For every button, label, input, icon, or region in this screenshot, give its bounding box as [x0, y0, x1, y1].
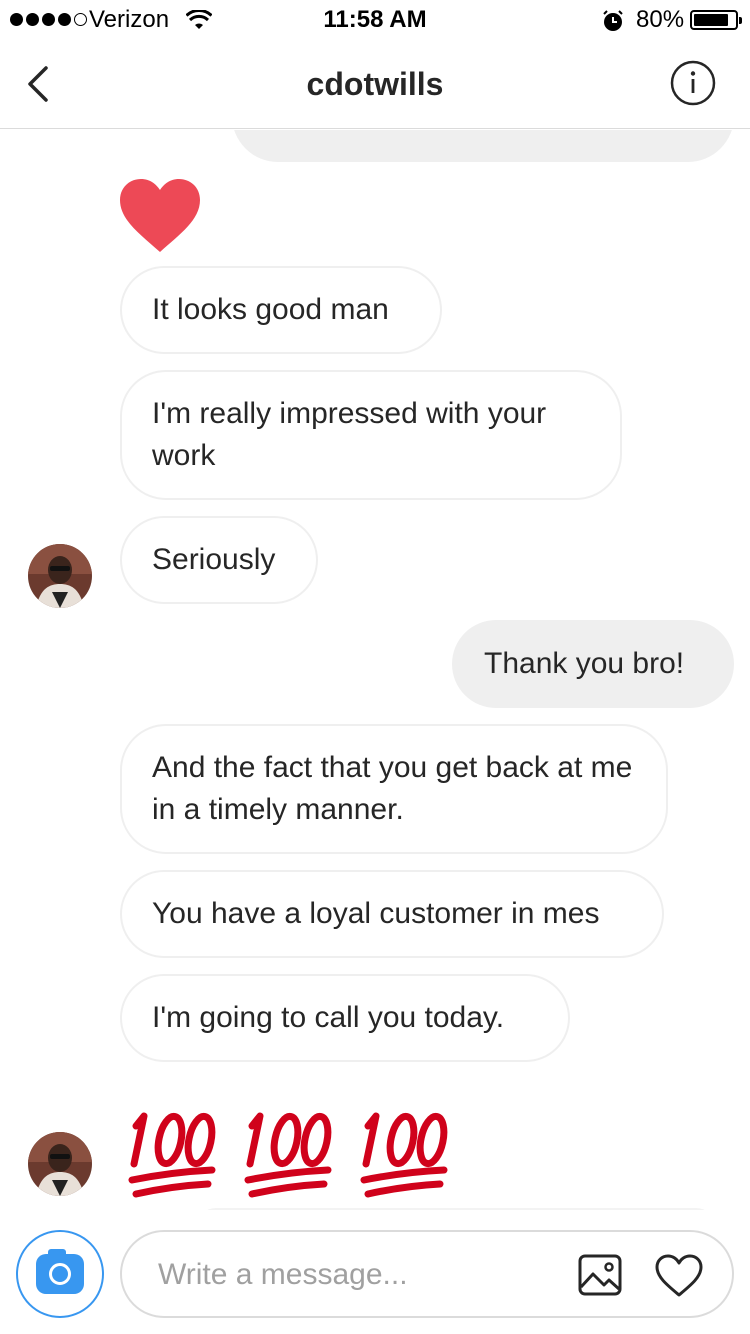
- message-text: I'm going to call you today.: [152, 1001, 505, 1034]
- message-thread[interactable]: It looks good man I'm really impressed w…: [0, 130, 750, 1210]
- message-text: Seriously: [152, 543, 276, 576]
- camera-button[interactable]: [16, 1230, 104, 1318]
- message-text: And the fact that you get back at me in …: [152, 751, 633, 826]
- message-text: It looks good man: [152, 293, 389, 326]
- incoming-message-bubble[interactable]: It looks good man: [120, 266, 442, 354]
- message-input-container[interactable]: [120, 1230, 734, 1318]
- incoming-message-bubble[interactable]: You have a loyal customer in mes: [120, 870, 664, 958]
- chat-header: cdotwills: [0, 40, 750, 129]
- message-composer: [0, 1210, 750, 1334]
- hundred-points-icon: [244, 1112, 332, 1198]
- emoji-message[interactable]: [126, 1102, 452, 1202]
- hundred-points-icon: [128, 1112, 216, 1198]
- avatar[interactable]: [28, 1132, 92, 1196]
- incoming-message-bubble[interactable]: And the fact that you get back at me in …: [120, 724, 668, 854]
- battery-icon: [690, 10, 742, 30]
- battery-percent: 80%: [636, 6, 685, 33]
- message-text: I'm really impressed with your work: [152, 397, 547, 472]
- conversation-title[interactable]: cdotwills: [0, 66, 750, 103]
- incoming-message-bubble[interactable]: Seriously: [120, 516, 318, 604]
- heart-icon[interactable]: [654, 1254, 704, 1298]
- outgoing-message-bubble[interactable]: Thank you bro!: [452, 620, 734, 708]
- alarm-icon: [603, 10, 623, 31]
- incoming-message-bubble[interactable]: I'm going to call you today.: [120, 974, 570, 1062]
- info-icon[interactable]: [670, 60, 716, 106]
- avatar[interactable]: [28, 544, 92, 608]
- outgoing-message-bubble[interactable]: [232, 130, 734, 162]
- heart-icon[interactable]: [118, 178, 202, 254]
- gallery-icon[interactable]: [578, 1254, 622, 1296]
- status-bar: Verizon 11:58 AM 80%: [0, 0, 750, 40]
- message-input[interactable]: [158, 1252, 558, 1298]
- hundred-points-icon: [360, 1112, 448, 1198]
- incoming-message-bubble[interactable]: I'm really impressed with your work: [120, 370, 622, 500]
- message-text: You have a loyal customer in mes: [152, 897, 600, 930]
- camera-icon: [36, 1249, 84, 1294]
- message-text: Thank you bro!: [484, 647, 685, 680]
